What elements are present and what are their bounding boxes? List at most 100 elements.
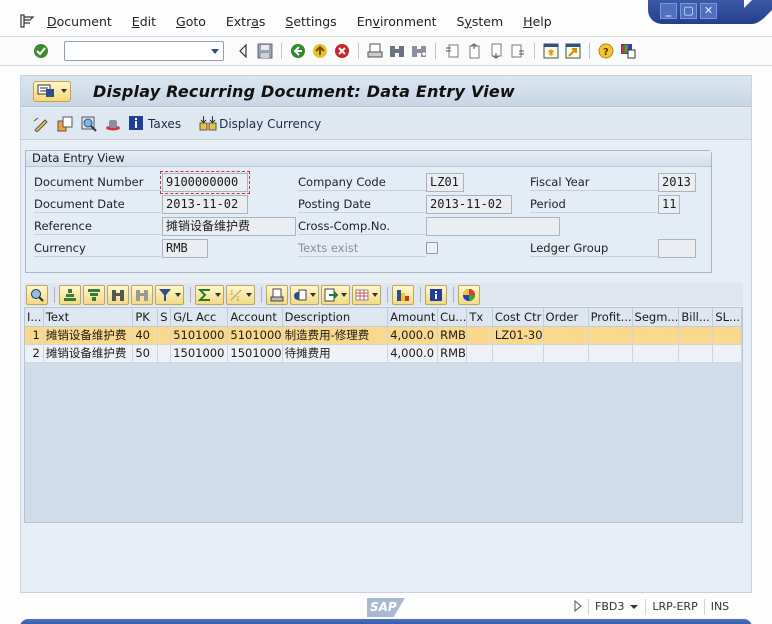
column-header[interactable]: Segm... [632,308,680,327]
column-header[interactable]: S [157,308,172,327]
table-row[interactable]: 2 摊销设备维护费 50 1501000 1501000 待摊费用 4,000.… [25,344,742,363]
column-header[interactable]: Account [227,308,283,327]
find-icon[interactable] [388,42,406,60]
table-cell[interactable]: 1501000 [227,344,283,363]
maximize-button[interactable]: ▢ [680,3,697,19]
table-cell[interactable]: 1501000 [170,344,229,363]
print-icon[interactable] [366,42,384,60]
table-cell[interactable] [157,344,172,363]
menu-system[interactable]: System [457,14,504,29]
back-arrow-icon[interactable] [234,42,252,60]
find-next-button[interactable] [131,284,153,305]
customize-layout-icon[interactable] [619,42,637,60]
transaction-code[interactable]: FBD3 [588,599,645,615]
subtotal-button[interactable]: ΣΣ [226,284,255,305]
column-header[interactable]: SL... [712,308,742,327]
table-cell[interactable] [588,326,633,345]
column-header[interactable]: Amount [387,308,439,327]
column-header[interactable]: Tx [466,308,493,327]
menu-edit[interactable]: Edit [132,14,156,29]
column-header[interactable]: Description [282,308,389,327]
layout-button[interactable] [352,284,381,305]
enter-icon[interactable] [32,42,50,60]
menu-help[interactable]: Help [523,14,552,29]
column-header[interactable]: Cu... [437,308,468,327]
column-header[interactable]: Profit... [588,308,633,327]
table-cell[interactable]: 制造费用-修理费 [282,326,389,345]
document-number-field[interactable]: 9100000000 [160,171,250,194]
table-cell[interactable] [632,344,680,363]
first-page-icon[interactable] [443,42,461,60]
menu-document[interactable]: Document [47,14,112,29]
texts-exist-checkbox[interactable] [426,242,438,254]
table-cell[interactable]: 5101000 [227,326,283,345]
table-cell[interactable] [588,344,633,363]
chevron-down-icon[interactable] [211,49,219,54]
table-cell[interactable] [466,344,493,363]
table-cell[interactable] [678,326,714,345]
table-row[interactable]: 1 摊销设备维护费 40 5101000 5101000 制造费用-修理费 4,… [25,326,742,345]
period-field[interactable]: 11 [658,195,680,214]
save-icon[interactable] [256,42,274,60]
table-cell[interactable] [492,344,544,363]
sort-ascending-button[interactable] [59,284,81,305]
table-cell[interactable]: 4,000.0 [387,344,439,363]
column-header[interactable]: Text [43,308,134,327]
table-cell[interactable] [157,326,172,345]
help-icon[interactable]: ? [597,42,615,60]
back-icon[interactable] [289,42,307,60]
table-cell[interactable]: RMB [437,326,468,345]
menu-icon[interactable] [20,14,36,28]
reference-field[interactable]: 摊销设备维护费 [162,217,296,236]
table-cell[interactable]: LZ01-30 [492,326,544,345]
edit-icon[interactable] [32,115,50,133]
table-cell[interactable]: RMB [437,344,468,363]
graphic-button[interactable] [458,284,480,305]
display-overview-icon[interactable] [80,115,98,133]
table-cell[interactable] [466,326,493,345]
company-code-field[interactable]: LZ01 [426,173,464,192]
table-cell[interactable] [678,344,714,363]
find-button[interactable] [107,284,129,305]
column-header[interactable]: I... [25,308,44,327]
taxes-button[interactable]: Taxes [128,115,181,133]
posting-date-field[interactable]: 2013-11-02 [426,195,512,214]
insert-mode[interactable]: INS [703,599,735,615]
abc-analysis-button[interactable] [392,284,414,305]
create-session-icon[interactable] [542,42,560,60]
display-currency-button[interactable]: Display Currency [199,115,321,133]
document-change-icon[interactable] [56,115,74,133]
hat-icon[interactable] [104,115,122,133]
previous-page-icon[interactable] [465,42,483,60]
column-header[interactable]: G/L Acc [170,308,229,327]
filter-button[interactable] [155,284,184,305]
table-cell[interactable] [543,326,589,345]
expand-status-icon[interactable] [568,599,588,615]
table-cell[interactable]: 待摊费用 [282,344,389,363]
fiscal-year-field[interactable]: 2013 [658,173,696,192]
ledger-group-field[interactable] [658,239,696,258]
column-header[interactable]: Cost Ctr [492,308,544,327]
views-button[interactable] [290,284,319,305]
table-cell[interactable]: 4,000.0 [387,326,439,345]
sort-descending-button[interactable] [83,284,105,305]
table-cell[interactable]: 1 [25,326,44,345]
column-header[interactable]: Order [543,308,589,327]
minimize-button[interactable]: _ [660,3,677,19]
export-button[interactable] [321,284,350,305]
info-button[interactable] [425,284,447,305]
last-page-icon[interactable] [509,42,527,60]
table-cell[interactable]: 摊销设备维护费 [43,344,134,363]
sum-button[interactable] [195,284,224,305]
table-cell[interactable]: 5101000 [170,326,229,345]
table-cell[interactable] [712,326,742,345]
create-shortcut-icon[interactable] [564,42,582,60]
cross-comp-no-field[interactable] [426,217,560,236]
table-cell[interactable]: 2 [25,344,44,363]
next-page-icon[interactable] [487,42,505,60]
exit-icon[interactable] [311,42,329,60]
menu-settings[interactable]: Settings [285,14,336,29]
menu-goto[interactable]: Goto [176,14,206,29]
command-field[interactable] [64,41,224,61]
table-cell[interactable]: 40 [132,326,159,345]
